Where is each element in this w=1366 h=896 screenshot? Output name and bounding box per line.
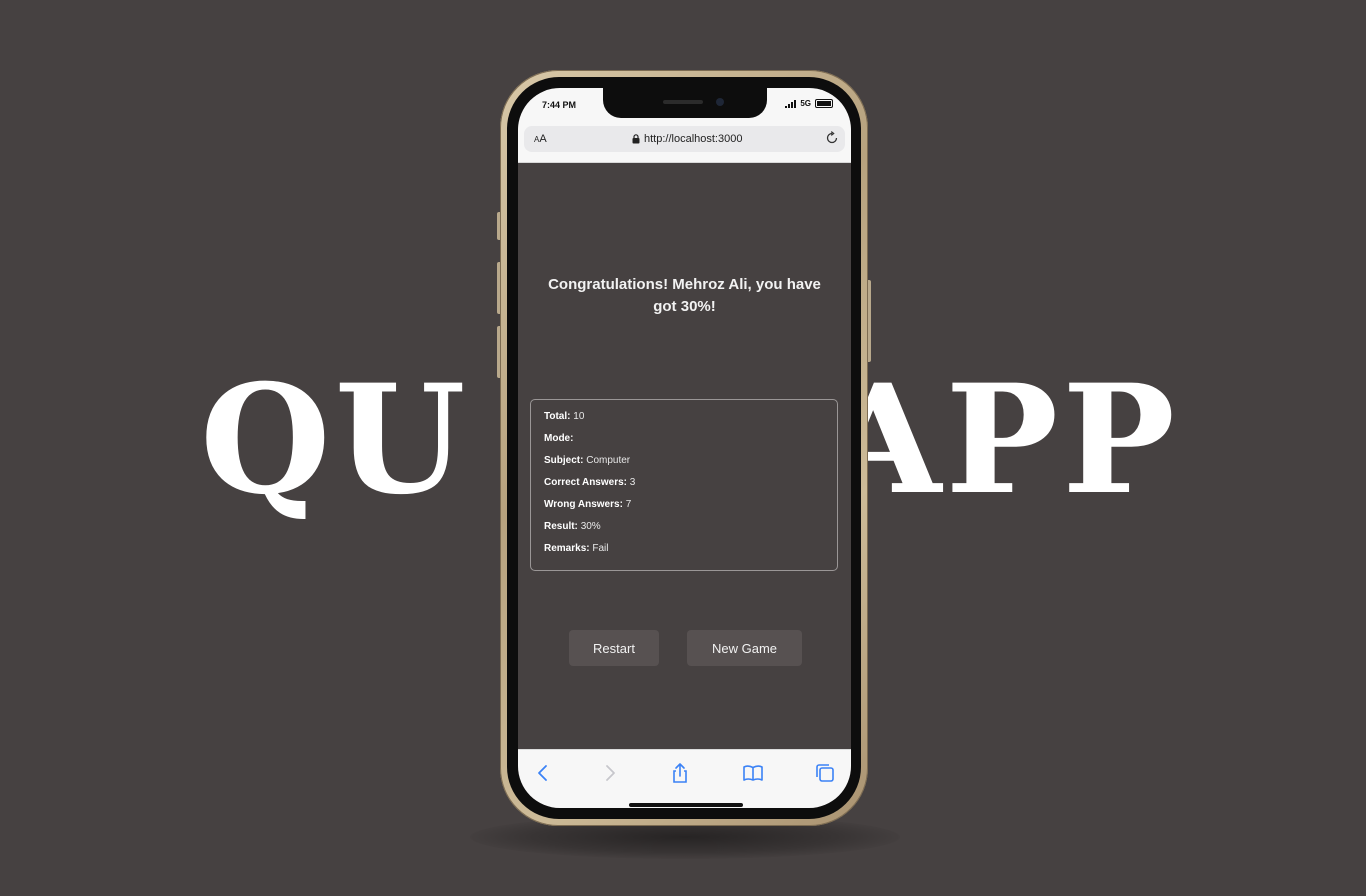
new-game-button[interactable]: New Game xyxy=(687,630,802,666)
tabs-icon[interactable] xyxy=(814,762,836,784)
address-bar[interactable]: AA http://localhost:3000 xyxy=(524,126,845,152)
url-text[interactable]: http://localhost:3000 xyxy=(644,133,742,145)
phone-bezel: 7:44 PM 5G AA http://localhost:3000 Cong… xyxy=(507,77,861,819)
background-title-left: QU xyxy=(200,352,470,528)
battery-icon xyxy=(815,99,833,108)
stat-total-label: Total: xyxy=(544,411,571,422)
text-size-label: A xyxy=(539,133,547,145)
stat-remarks-label: Remarks: xyxy=(544,543,590,554)
stat-wrong-answers: Wrong Answers: 7 xyxy=(544,499,825,521)
stat-remarks: Remarks: Fail xyxy=(544,543,825,565)
stat-correct-value: 3 xyxy=(629,477,636,488)
stat-total: Total: 10 xyxy=(544,411,825,433)
text-size-button[interactable]: AA xyxy=(534,133,547,145)
stat-wrong-label: Wrong Answers: xyxy=(544,499,623,510)
notch xyxy=(603,88,767,118)
stat-remarks-value: Fail xyxy=(592,543,609,554)
status-indicators: 5G xyxy=(785,99,833,108)
result-headline: Congratulations! Mehroz Ali, you have go… xyxy=(548,276,821,315)
bookmarks-icon[interactable] xyxy=(742,762,764,784)
stat-mode: Mode: xyxy=(544,433,825,455)
stat-correct-answers: Correct Answers: 3 xyxy=(544,477,825,499)
lock-icon xyxy=(632,134,640,144)
reload-icon[interactable] xyxy=(825,131,839,145)
stat-subject-value: Computer xyxy=(586,455,631,466)
phone-frame: 7:44 PM 5G AA http://localhost:3000 Cong… xyxy=(500,70,868,826)
stat-total-value: 10 xyxy=(573,411,585,422)
stat-result-label: Result: xyxy=(544,521,578,532)
share-icon[interactable] xyxy=(669,762,691,784)
browser-toolbar xyxy=(518,749,851,808)
restart-button[interactable]: Restart xyxy=(569,630,659,666)
camera xyxy=(716,98,724,106)
signal-icon xyxy=(785,99,797,108)
network-label: 5G xyxy=(800,99,811,108)
speaker xyxy=(663,100,703,104)
phone-screen: 7:44 PM 5G AA http://localhost:3000 Cong… xyxy=(518,88,851,808)
stat-mode-label: Mode: xyxy=(544,433,574,444)
home-indicator[interactable] xyxy=(629,803,743,807)
quiz-result-page: Congratulations! Mehroz Ali, you have go… xyxy=(518,163,851,749)
stat-wrong-value: 7 xyxy=(625,499,632,510)
stage: QU APP 7:44 PM 5G AA http://localhost:30… xyxy=(0,0,1366,896)
background-title-right: APP xyxy=(825,352,1179,528)
stat-result-value: 30% xyxy=(580,521,601,532)
stat-result: Result: 30% xyxy=(544,521,825,543)
stat-correct-label: Correct Answers: xyxy=(544,477,627,488)
back-icon[interactable] xyxy=(532,762,554,784)
stat-subject-label: Subject: xyxy=(544,455,584,466)
stat-subject: Subject: Computer xyxy=(544,455,825,477)
result-summary-card: Total: 10 Mode: Subject: Computer Correc… xyxy=(530,399,838,571)
forward-icon[interactable] xyxy=(599,762,621,784)
status-time: 7:44 PM xyxy=(542,100,577,110)
browser-address-area: AA http://localhost:3000 xyxy=(518,122,851,163)
